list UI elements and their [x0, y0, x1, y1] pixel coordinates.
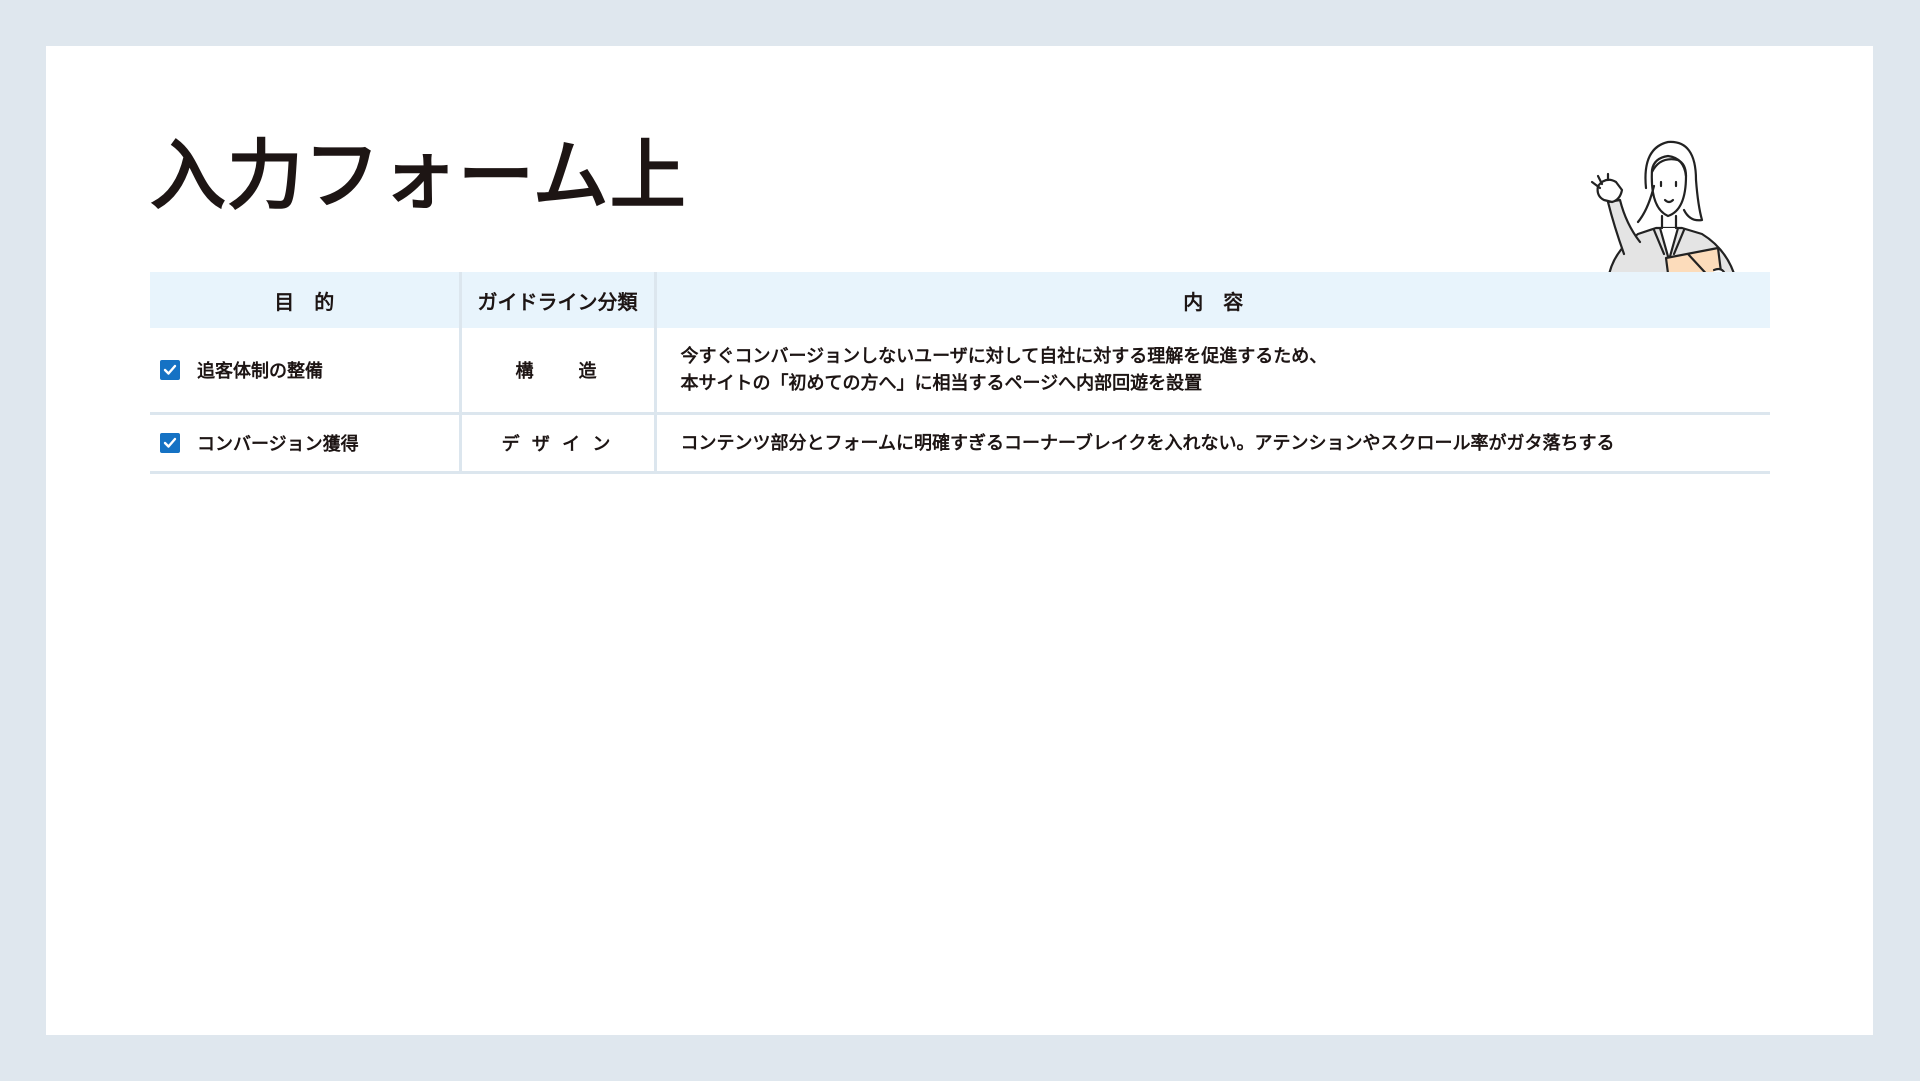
purpose-label: コンバージョン獲得	[197, 434, 359, 455]
category-cell: デ ザ イ ン	[458, 413, 655, 474]
slide: 入力フォーム上 目 的 ガイドライン分類 内 容 追客体制の整備 構 造 今すぐ…	[46, 46, 1873, 1035]
content-cell: 今すぐコンバージョンしないユーザに対して自社に対する理解を促進するため、 本サイ…	[653, 328, 1770, 415]
header-category: ガイドライン分類	[458, 272, 655, 328]
header-purpose: 目 的	[150, 272, 460, 328]
purpose-label: 追客体制の整備	[197, 361, 323, 382]
page-title: 入力フォーム上	[150, 131, 687, 220]
purpose-cell: コンバージョン獲得	[150, 413, 460, 474]
guideline-table: 目 的 ガイドライン分類 内 容 追客体制の整備 構 造 今すぐコンバージョンし…	[150, 272, 1770, 474]
purpose-cell: 追客体制の整備	[150, 328, 460, 415]
content-cell: コンテンツ部分とフォームに明確すぎるコーナーブレイクを入れない。アテンションやス…	[653, 413, 1770, 474]
checkbox-checked-icon[interactable]	[160, 360, 180, 380]
table-row: コンバージョン獲得 デ ザ イ ン コンテンツ部分とフォームに明確すぎるコーナー…	[150, 413, 1770, 474]
content-line: 今すぐコンバージョンしないユーザに対して自社に対する理解を促進するため、	[680, 346, 1328, 367]
content-line: コンテンツ部分とフォームに明確すぎるコーナーブレイクを入れない。アテンションやス…	[680, 432, 1615, 454]
table-row: 追客体制の整備 構 造 今すぐコンバージョンしないユーザに対して自社に対する理解…	[150, 328, 1770, 415]
header-content: 内 容	[653, 272, 1770, 328]
category-cell: 構 造	[458, 328, 655, 415]
table-header-row: 目 的 ガイドライン分類 内 容	[150, 272, 1770, 328]
content-line: 本サイトの「初めての方へ」に相当するページへ内部回遊を設置	[680, 373, 1203, 394]
checkbox-checked-icon[interactable]	[160, 433, 180, 453]
